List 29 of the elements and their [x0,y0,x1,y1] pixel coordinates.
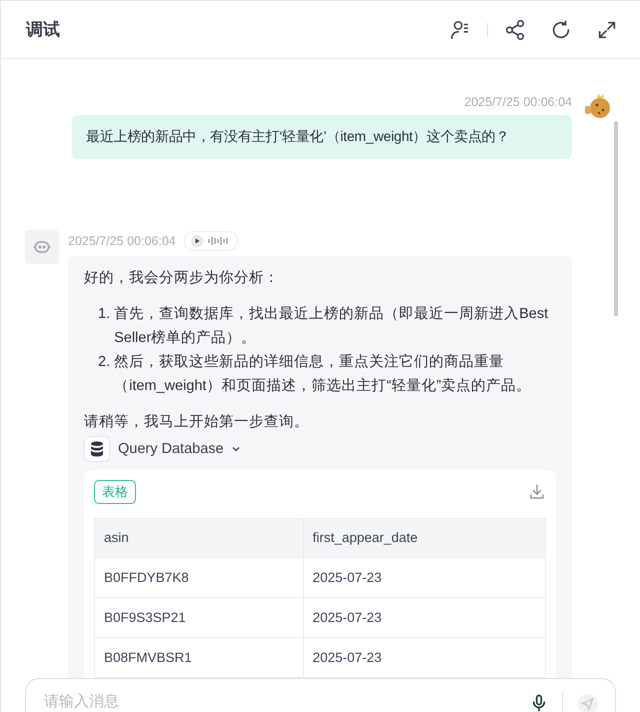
list-item-text: 然后，获取这些新品的详细信息，重点关注它们的商品重量（item_weight）和页面描述，筛选出主打“轻量化”卖点的产品。 [114,352,532,396]
message-time: 2025/7/25 00:06:04 [464,95,572,109]
message-text: 请稍等，我马上开始第一步查询。 [84,413,310,432]
user-message: 最近上榜的新品中，有没有主打‘轻量化’（item_weight）这个卖点的？ [72,115,572,159]
message-input[interactable]: 请输入消息 [44,693,516,710]
database-icon [84,436,110,462]
user-settings-icon[interactable] [449,18,471,40]
list-item-text: 首先，查询数据库，找出最近上榜的新品（即最近一周新进入Best Seller榜单的产品）。 [114,304,550,348]
microphone-icon[interactable] [530,693,548,712]
table-cell: 2025-07-23 [303,558,546,598]
column-header: first_appear_date [303,518,546,558]
message-composer[interactable]: 请输入消息 [25,678,616,712]
message-time: 2025/7/25 00:06:04 [68,234,176,248]
panel-title: 调试 [26,19,60,41]
tool-toggle[interactable]: Query Database [118,437,242,461]
share-icon[interactable] [504,18,526,40]
bot-avatar [25,230,59,264]
download-icon[interactable] [528,483,546,501]
table-cell: B0FFDYB7K8 [94,558,304,598]
scrollbar[interactable] [614,121,618,316]
audio-play-button[interactable] [184,231,238,251]
column-header: asin [94,518,304,558]
table-tag: 表格 [94,480,136,504]
table-cell: 2025-07-23 [303,598,546,638]
list-number: 2. [98,353,110,372]
message-text: 好的，我会分两步为你分析： [84,269,280,288]
list-number: 1. [98,305,110,324]
refresh-icon[interactable] [550,18,572,40]
table-cell: B0F9S3SP21 [94,598,304,638]
